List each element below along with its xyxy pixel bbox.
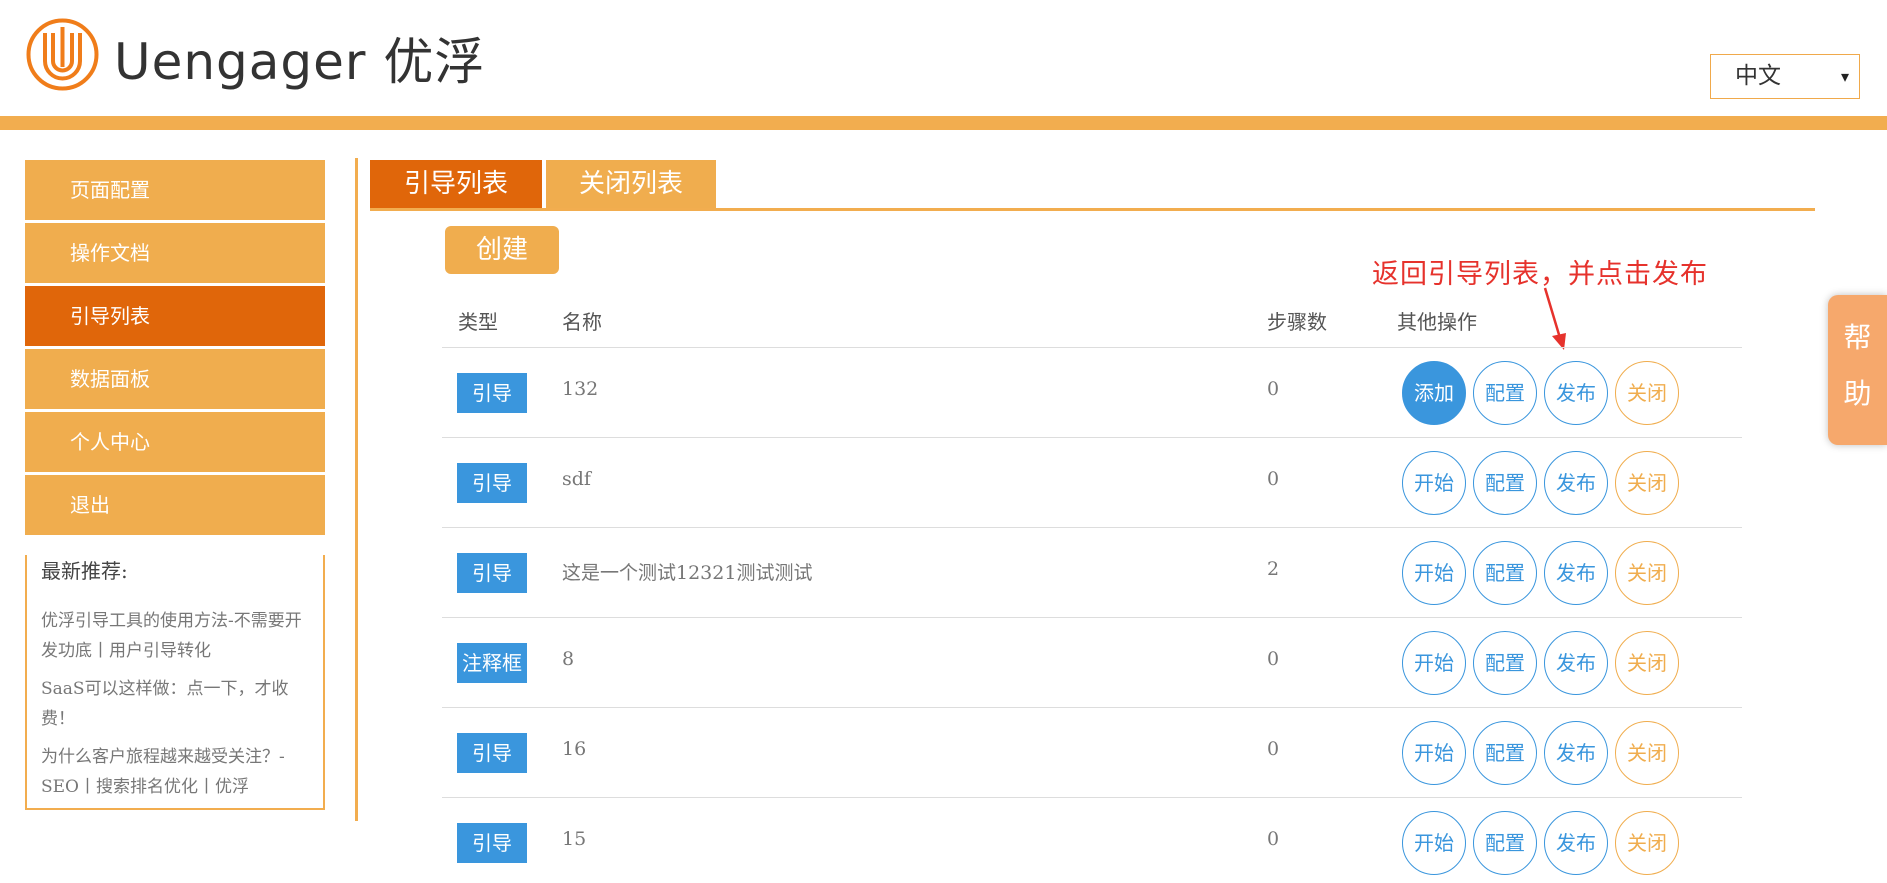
sidebar: 页面配置 操作文档 引导列表 数据面板 个人中心 退出 最新推荐: 优浮引导工具… xyxy=(25,160,325,810)
header-steps: 步骤数 xyxy=(1267,310,1327,334)
type-badge[interactable]: 引导 xyxy=(457,463,527,503)
close-button[interactable]: 关闭 xyxy=(1615,541,1679,605)
recommend-title: 最新推荐: xyxy=(41,559,128,583)
row-name: 这是一个测试12321测试测试 xyxy=(562,562,813,584)
row-name: 132 xyxy=(562,378,599,400)
tab-closed-list[interactable]: 关闭列表 xyxy=(546,160,716,208)
create-button[interactable]: 创建 xyxy=(445,226,559,274)
row-steps: 0 xyxy=(1267,648,1280,670)
start-button[interactable]: 开始 xyxy=(1402,631,1466,695)
header-ops: 其他操作 xyxy=(1397,310,1477,334)
row-steps: 2 xyxy=(1267,558,1280,580)
start-button[interactable]: 开始 xyxy=(1402,811,1466,875)
main-divider xyxy=(355,158,358,821)
publish-button[interactable]: 发布 xyxy=(1544,541,1608,605)
table-row: 引导 15 0 开始 配置 发布 关闭 xyxy=(442,798,1742,883)
close-button[interactable]: 关闭 xyxy=(1615,451,1679,515)
config-button[interactable]: 配置 xyxy=(1473,811,1537,875)
type-badge[interactable]: 引导 xyxy=(457,373,527,413)
help-button[interactable]: 帮 助 xyxy=(1828,295,1887,445)
row-steps: 0 xyxy=(1267,828,1280,850)
sidebar-item-page-config[interactable]: 页面配置 xyxy=(25,160,325,220)
close-button[interactable]: 关闭 xyxy=(1615,631,1679,695)
type-badge[interactable]: 引导 xyxy=(457,733,527,773)
recommend-link[interactable]: 为什么客户旅程越来越受关注？-SEO丨搜索排名优化丨优浮 xyxy=(41,742,309,802)
type-badge[interactable]: 注释框 xyxy=(457,643,527,683)
sidebar-item-guide-list[interactable]: 引导列表 xyxy=(25,286,325,346)
brand-name: Uengager 优浮 xyxy=(114,33,486,91)
row-steps: 0 xyxy=(1267,468,1280,490)
close-button[interactable]: 关闭 xyxy=(1615,811,1679,875)
table-row: 引导 这是一个测试12321测试测试 2 开始 配置 发布 关闭 xyxy=(442,528,1742,618)
help-label-1: 帮 xyxy=(1843,321,1872,354)
row-steps: 0 xyxy=(1267,738,1280,760)
type-badge[interactable]: 引导 xyxy=(457,553,527,593)
type-badge[interactable]: 引导 xyxy=(457,823,527,863)
config-button[interactable]: 配置 xyxy=(1473,451,1537,515)
config-button[interactable]: 配置 xyxy=(1473,541,1537,605)
row-name: 15 xyxy=(562,828,587,850)
config-button[interactable]: 配置 xyxy=(1473,361,1537,425)
close-button[interactable]: 关闭 xyxy=(1615,361,1679,425)
table-row: 引导 sdf 0 开始 配置 发布 关闭 xyxy=(442,438,1742,528)
help-label-2: 助 xyxy=(1843,377,1872,410)
start-button[interactable]: 开始 xyxy=(1402,451,1466,515)
config-button[interactable]: 配置 xyxy=(1473,631,1537,695)
tab-guide-list[interactable]: 引导列表 xyxy=(370,160,542,208)
recommend-link[interactable]: 优浮引导工具的使用方法-不需要开发功底丨用户引导转化 xyxy=(41,606,309,666)
recommend-link[interactable]: SaaS可以这样做：点一下，才收费！ xyxy=(41,674,309,734)
sidebar-item-logout[interactable]: 退出 xyxy=(25,475,325,535)
header: Uengager 优浮 中文 ▾ xyxy=(0,0,1887,116)
start-button[interactable]: 开始 xyxy=(1402,541,1466,605)
table-row: 注释框 8 0 开始 配置 发布 关闭 xyxy=(442,618,1742,708)
language-select[interactable]: 中文 ▾ xyxy=(1710,54,1860,99)
language-value: 中文 xyxy=(1735,63,1781,89)
header-divider xyxy=(0,116,1887,130)
logo-icon xyxy=(26,18,99,91)
header-name: 名称 xyxy=(562,310,602,334)
row-steps: 0 xyxy=(1267,378,1280,400)
publish-button[interactable]: 发布 xyxy=(1544,631,1608,695)
table-row: 引导 132 0 添加 配置 发布 关闭 xyxy=(442,348,1742,438)
row-name: 8 xyxy=(562,648,575,670)
recommend-panel: 最新推荐: 优浮引导工具的使用方法-不需要开发功底丨用户引导转化 SaaS可以这… xyxy=(25,555,325,810)
sidebar-item-profile[interactable]: 个人中心 xyxy=(25,412,325,472)
tab-bar: 引导列表 关闭列表 xyxy=(370,160,1815,211)
row-name: 16 xyxy=(562,738,587,760)
table-row: 引导 16 0 开始 配置 发布 关闭 xyxy=(442,708,1742,798)
table-header: 类型 名称 步骤数 其他操作 xyxy=(442,296,1742,348)
publish-button[interactable]: 发布 xyxy=(1544,811,1608,875)
header-type: 类型 xyxy=(458,310,498,334)
add-button[interactable]: 添加 xyxy=(1402,361,1466,425)
guide-table: 类型 名称 步骤数 其他操作 引导 132 0 添加 配置 发布 关闭 引导 s… xyxy=(442,296,1742,883)
config-button[interactable]: 配置 xyxy=(1473,721,1537,785)
publish-button[interactable]: 发布 xyxy=(1544,361,1608,425)
start-button[interactable]: 开始 xyxy=(1402,721,1466,785)
row-name: sdf xyxy=(562,468,591,490)
sidebar-item-dashboard[interactable]: 数据面板 xyxy=(25,349,325,409)
close-button[interactable]: 关闭 xyxy=(1615,721,1679,785)
publish-button[interactable]: 发布 xyxy=(1544,721,1608,785)
sidebar-item-docs[interactable]: 操作文档 xyxy=(25,223,325,283)
chevron-down-icon: ▾ xyxy=(1840,67,1849,86)
publish-button[interactable]: 发布 xyxy=(1544,451,1608,515)
